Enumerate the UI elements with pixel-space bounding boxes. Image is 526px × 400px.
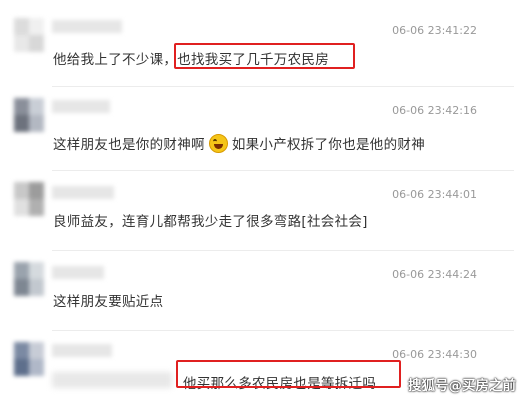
comment-time: 06-06 23:44:30 [392, 348, 477, 361]
avatar-tile [29, 359, 44, 376]
highlight-box [176, 360, 401, 388]
avatar-tile [29, 279, 44, 296]
username-blurred [52, 100, 110, 113]
username-blurred [52, 266, 104, 279]
avatar-tile [14, 98, 29, 115]
avatar-tile [29, 18, 44, 35]
avatar-tile [14, 359, 29, 376]
comment-item: 06-06 23:44:24 这样朋友要贴近点 [0, 252, 526, 332]
comment-item: 06-06 23:42:16 这样朋友也是你的财神啊 如果小产权拆了你也是他的财神 [0, 88, 526, 168]
avatar-tile [14, 18, 29, 35]
avatar-tile [14, 35, 29, 52]
blurred-content [52, 372, 172, 388]
avatar-tile [29, 98, 44, 115]
avatar-tile [29, 115, 44, 132]
username-blurred [52, 344, 112, 357]
avatar[interactable] [14, 262, 44, 296]
avatar-tile [14, 199, 29, 216]
avatar[interactable] [14, 342, 44, 376]
comment-text: 良师益友，连育儿都帮我少走了很多弯路[社会社会] [53, 214, 368, 230]
comment-time: 06-06 23:44:24 [392, 268, 477, 281]
highlight-box [174, 43, 355, 69]
comment-time: 06-06 23:42:16 [392, 104, 477, 117]
comment-time: 06-06 23:44:01 [392, 188, 477, 201]
avatar-tile [14, 115, 29, 132]
avatar-tile [29, 199, 44, 216]
comment-text-part: 他给我上了不少课， [53, 52, 178, 68]
avatar[interactable] [14, 98, 44, 132]
username-blurred [52, 20, 122, 33]
comment-time: 06-06 23:41:22 [392, 24, 477, 37]
avatar-tile [14, 262, 29, 279]
comment-text-part: 这样朋友也是你的财神啊 [53, 137, 205, 153]
watermark: 搜狐号@买房之前 [408, 378, 516, 394]
divider [52, 86, 514, 87]
comment-text-part: 如果小产权拆了你也是他的财神 [231, 137, 426, 153]
avatar-tile [14, 279, 29, 296]
divider [52, 330, 514, 331]
avatar-tile [29, 182, 44, 199]
avatar[interactable] [14, 182, 44, 216]
avatar-tile [14, 342, 29, 359]
laughing-crying-face-icon [208, 134, 228, 153]
comment-item: 06-06 23:44:01 良师益友，连育儿都帮我少走了很多弯路[社会社会] [0, 172, 526, 252]
comment-text: 这样朋友也是你的财神啊 如果小产权拆了你也是他的财神 [53, 133, 425, 153]
divider [52, 250, 514, 251]
divider [52, 170, 514, 171]
avatar-tile [29, 35, 44, 52]
avatar-tile [29, 262, 44, 279]
avatar[interactable] [14, 18, 44, 52]
username-blurred [52, 186, 114, 199]
avatar-tile [29, 342, 44, 359]
comment-text: 这样朋友要贴近点 [53, 294, 164, 310]
avatar-tile [14, 182, 29, 199]
